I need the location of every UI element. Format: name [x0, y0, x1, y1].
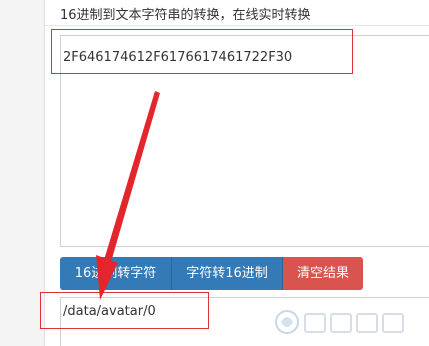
title-divider — [45, 25, 429, 26]
page-title: 16进制到文本字符串的转换，在线实时转换 — [60, 8, 311, 23]
screenshot-stage: 16进制到文本字符串的转换，在线实时转换 2F646174612F6176617… — [0, 0, 429, 346]
clear-result-button[interactable]: 清空结果 — [283, 257, 363, 290]
output-highlight-box — [40, 292, 209, 329]
action-button-group: 16进制转字符 字符转16进制 清空结果 — [60, 257, 363, 290]
hex-to-string-button[interactable]: 16进制转字符 — [60, 257, 172, 290]
string-to-hex-button[interactable]: 字符转16进制 — [172, 257, 283, 290]
input-highlight-box — [51, 29, 353, 74]
